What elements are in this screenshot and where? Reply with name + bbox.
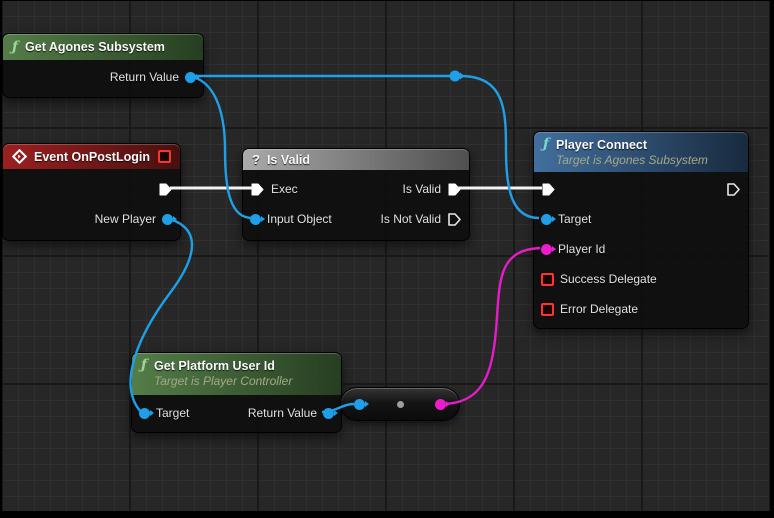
pin-label: Is Not Valid [381, 212, 441, 226]
exec-out-pin[interactable] [726, 182, 741, 197]
pin-label: Return Value [110, 70, 179, 84]
target-pin[interactable] [139, 408, 150, 419]
node-header: Event OnPostLogin [3, 144, 180, 169]
frame-edge-left [0, 0, 2, 518]
success-delegate-pin[interactable] [541, 273, 554, 286]
node-header: ƒ Player Connect Target is Agones Subsys… [534, 132, 748, 172]
conversion-input-pin[interactable] [354, 399, 365, 410]
node-header: ƒ Get Agones Subsystem [3, 34, 203, 60]
function-icon: ƒ [141, 358, 147, 372]
node-title: Event OnPostLogin [34, 149, 150, 165]
pin-label: Input Object [267, 212, 332, 226]
node-title: Is Valid [267, 152, 310, 168]
frame-edge-right [770, 0, 774, 518]
node-subtitle: Target is Agones Subsystem [556, 153, 708, 168]
event-icon [12, 149, 27, 164]
wire-converter-to-playerid[interactable] [441, 248, 540, 404]
pin-label: Player Id [558, 242, 605, 256]
pin-label: Target [558, 212, 591, 226]
node-title: Get Agones Subsystem [25, 39, 165, 55]
node-get-platform-user-id[interactable]: ƒ Get Platform User Id Target is Player … [131, 352, 342, 433]
node-title: Get Platform User Id [154, 358, 292, 374]
pin-label: Is Valid [403, 182, 441, 196]
pin-label: Return Value [248, 406, 317, 420]
pin-label: Exec [271, 182, 298, 196]
node-event-onpostlogin[interactable]: Event OnPostLogin New Player [2, 143, 181, 241]
frame-edge-top [0, 0, 774, 1]
node-subtitle: Target is Player Controller [154, 374, 292, 389]
target-pin[interactable] [541, 214, 552, 225]
pin-label: Error Delegate [560, 302, 638, 316]
pin-label: Target [156, 406, 189, 420]
wire-reroute-to-target[interactable] [460, 76, 539, 218]
node-header: ƒ Get Platform User Id Target is Player … [132, 353, 341, 395]
player-id-pin[interactable] [541, 244, 552, 255]
node-player-connect[interactable]: ƒ Player Connect Target is Agones Subsys… [533, 131, 749, 329]
node-title: Player Connect [556, 137, 708, 153]
function-icon: ƒ [12, 40, 18, 54]
function-icon: ƒ [543, 137, 549, 151]
is-not-valid-exec-out-pin[interactable] [447, 212, 462, 227]
node-get-agones-subsystem[interactable]: ƒ Get Agones Subsystem Return Value [2, 33, 204, 98]
conversion-dot-icon [397, 401, 404, 408]
event-delegate-pin[interactable] [158, 150, 171, 163]
error-delegate-pin[interactable] [541, 303, 554, 316]
pin-label: Success Delegate [560, 272, 657, 286]
node-is-valid[interactable]: ? Is Valid Exec Is Valid [242, 148, 470, 241]
pin-label: New Player [95, 212, 156, 226]
question-icon: ? [252, 152, 260, 167]
frame-edge-bottom [0, 511, 774, 518]
node-header: ? Is Valid [243, 149, 469, 170]
exec-in-pin[interactable] [541, 182, 556, 197]
blueprint-canvas[interactable]: ƒ Get Agones Subsystem Return Value Even… [0, 0, 774, 518]
